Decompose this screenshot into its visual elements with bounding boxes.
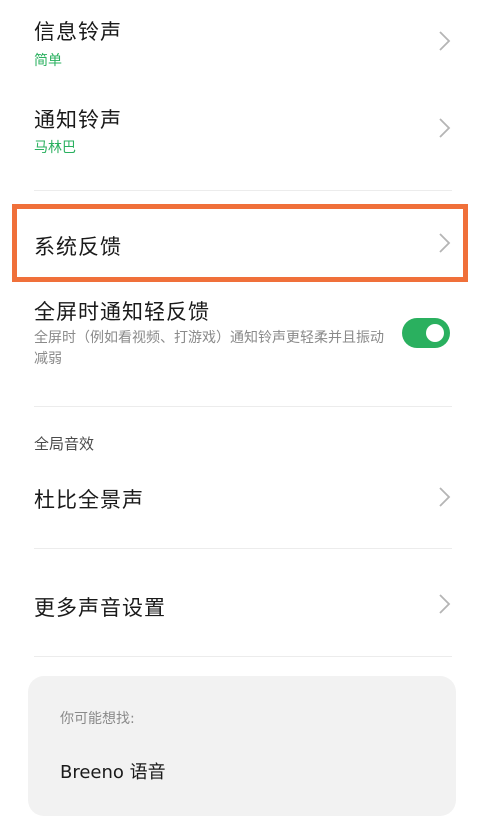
divider bbox=[34, 406, 452, 407]
fullscreen-notify-label: 全屏时通知轻反馈 bbox=[34, 300, 210, 324]
fullscreen-notify-description: 全屏时（例如看视频、打游戏）通知铃声更轻柔并且振动减弱 bbox=[34, 330, 384, 367]
chevron-right-icon bbox=[436, 484, 452, 510]
divider bbox=[34, 190, 452, 191]
message-ringtone-row[interactable]: 信息铃声 简单 bbox=[0, 0, 486, 80]
fullscreen-notify-toggle[interactable] bbox=[402, 318, 450, 348]
divider bbox=[34, 548, 452, 549]
notification-ringtone-value: 马林巴 bbox=[34, 140, 76, 156]
notification-ringtone-label: 通知铃声 bbox=[34, 108, 122, 132]
chevron-right-icon bbox=[436, 28, 452, 54]
toggle-knob bbox=[426, 324, 444, 342]
message-ringtone-value: 简单 bbox=[34, 53, 62, 69]
suggestions-card: 你可能想找: Breeno 语音 bbox=[28, 676, 456, 816]
divider bbox=[34, 656, 452, 657]
dolby-row[interactable]: 杜比全景声 bbox=[0, 462, 486, 534]
more-sound-row[interactable]: 更多声音设置 bbox=[0, 570, 486, 640]
dolby-label: 杜比全景声 bbox=[34, 488, 144, 512]
more-sound-label: 更多声音设置 bbox=[34, 596, 166, 620]
chevron-right-icon bbox=[436, 591, 452, 617]
highlight-box bbox=[12, 204, 468, 282]
suggestion-item-breeno[interactable]: Breeno 语音 bbox=[60, 758, 166, 784]
section-header-global-sound: 全局音效 bbox=[34, 435, 95, 453]
message-ringtone-label: 信息铃声 bbox=[34, 20, 122, 44]
suggestions-title: 你可能想找: bbox=[60, 711, 135, 727]
chevron-right-icon bbox=[436, 115, 452, 141]
notification-ringtone-row[interactable]: 通知铃声 马林巴 bbox=[0, 90, 486, 180]
